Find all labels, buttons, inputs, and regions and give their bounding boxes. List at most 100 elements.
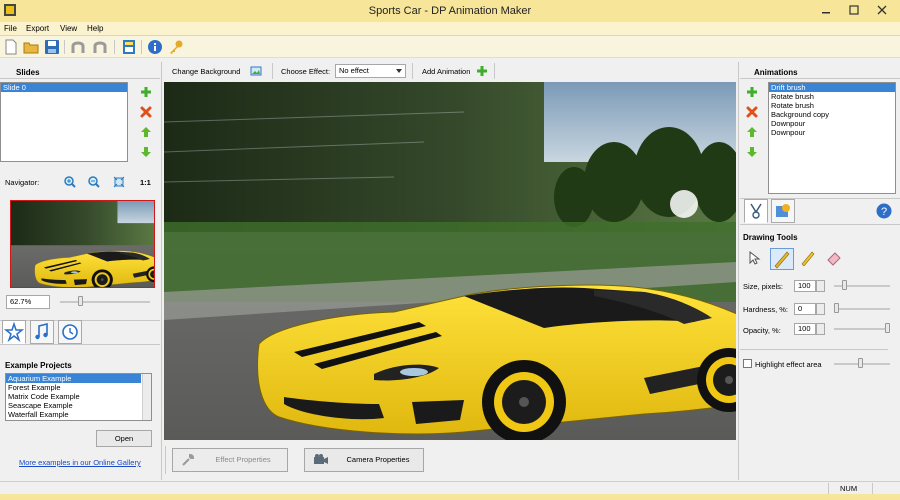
zoom-percentage-field[interactable]: 62.7% [6, 295, 50, 309]
status-separator [872, 483, 873, 494]
brush-icon [774, 251, 790, 269]
tab-drawing-tools[interactable] [744, 199, 768, 223]
maximize-button[interactable] [844, 3, 864, 17]
add-slide-icon[interactable] [140, 86, 152, 98]
example-list-scrollbar[interactable] [142, 374, 151, 420]
tab-timing[interactable] [58, 320, 82, 344]
pointer-tool-icon[interactable] [746, 250, 762, 266]
zoom-in-icon[interactable] [64, 176, 76, 188]
animation-item[interactable]: Drift brush [769, 83, 895, 92]
export-icon[interactable] [121, 39, 137, 55]
left-panel-divider [161, 62, 162, 480]
size-spinner[interactable] [816, 280, 825, 292]
center-toolbar-separator [494, 63, 495, 79]
opacity-slider-thumb[interactable] [885, 323, 890, 333]
animation-item[interactable]: Background copy [769, 110, 895, 119]
zoom-slider-track[interactable] [60, 301, 150, 303]
animation-item[interactable]: Rotate brush [769, 101, 895, 110]
close-button[interactable] [872, 3, 892, 17]
navigator-thumbnail[interactable] [10, 200, 155, 288]
delete-animation-icon[interactable] [746, 106, 758, 118]
opacity-value-field[interactable]: 100 [794, 323, 816, 335]
hardness-label: Hardness, %: [743, 305, 789, 314]
pencil-tool-icon[interactable] [800, 250, 816, 266]
move-slide-up-icon[interactable] [140, 126, 152, 138]
effect-properties-button[interactable]: Effect Properties [172, 448, 288, 472]
highlight-effect-checkbox[interactable] [743, 359, 752, 368]
save-icon[interactable] [44, 39, 60, 55]
undo-icon[interactable] [70, 39, 86, 55]
hardness-value-field[interactable]: 0 [794, 303, 816, 315]
highlight-slider-thumb[interactable] [858, 358, 863, 368]
menu-help[interactable]: Help [87, 24, 103, 33]
animation-item[interactable]: Downpour [769, 119, 895, 128]
zoom-out-icon[interactable] [88, 176, 100, 188]
tab-music[interactable] [30, 320, 54, 344]
move-animation-down-icon[interactable] [746, 146, 758, 158]
open-example-button[interactable]: Open [96, 430, 152, 447]
menu-view[interactable]: View [60, 24, 77, 33]
animation-item[interactable]: Downpour [769, 128, 895, 137]
example-projects-list[interactable]: Aquarium Example Forest Example Matrix C… [5, 373, 152, 421]
info-icon[interactable] [147, 39, 163, 55]
minimize-button[interactable] [816, 3, 836, 17]
example-item[interactable]: Seascape Example [6, 401, 151, 410]
effect-dropdown-value: No effect [339, 66, 369, 75]
center-toolbar-separator [272, 63, 273, 79]
hardness-slider-thumb[interactable] [834, 303, 839, 313]
hardness-spinner[interactable] [816, 303, 825, 315]
move-slide-down-icon[interactable] [140, 146, 152, 158]
layer-gear-icon [776, 204, 790, 217]
opacity-spinner[interactable] [816, 323, 825, 335]
example-item[interactable]: Matrix Code Example [6, 392, 151, 401]
online-gallery-link[interactable]: More examples in our Online Gallery [19, 458, 141, 467]
animations-list[interactable]: Drift brush Rotate brush Rotate brush Ba… [768, 82, 896, 194]
choose-effect-label: Choose Effect: [281, 67, 331, 76]
window-title: Sports Car - DP Animation Maker [368, 5, 532, 17]
zoom-slider-thumb[interactable] [78, 296, 83, 306]
menu-file[interactable]: File [4, 24, 17, 33]
example-item[interactable]: Forest Example [6, 383, 151, 392]
help-icon[interactable]: ? [876, 203, 892, 219]
new-file-icon[interactable] [3, 39, 19, 55]
move-animation-up-icon[interactable] [746, 126, 758, 138]
change-background-button[interactable]: Change Background [172, 67, 240, 76]
navigator-label: Navigator: [5, 178, 40, 187]
picture-icon[interactable] [250, 65, 262, 77]
zoom-one-to-one-button[interactable]: 1:1 [140, 178, 151, 187]
animation-item[interactable]: Rotate brush [769, 92, 895, 101]
effect-dropdown[interactable]: No effect [335, 64, 406, 78]
menu-export[interactable]: Export [26, 24, 49, 33]
opacity-slider-track[interactable] [834, 328, 890, 330]
tab-effects[interactable] [2, 320, 26, 344]
eraser-tool-icon[interactable] [826, 250, 842, 266]
music-note-icon [35, 322, 48, 340]
size-value-field[interactable]: 100 [794, 280, 816, 292]
key-icon[interactable] [168, 39, 184, 55]
redo-icon[interactable] [92, 39, 108, 55]
open-folder-icon[interactable] [23, 39, 39, 55]
right-panel-divider [738, 62, 739, 480]
example-item[interactable]: Aquarium Example [6, 374, 141, 383]
star-icon [3, 321, 25, 343]
brush-tool-button[interactable] [770, 248, 794, 270]
slides-list[interactable]: Slide 0 [0, 82, 128, 162]
highlight-effect-label: Highlight effect area [755, 360, 822, 369]
center-toolbar-separator [412, 63, 413, 79]
size-slider-thumb[interactable] [841, 280, 847, 290]
animation-canvas[interactable] [164, 82, 736, 440]
delete-slide-icon[interactable] [140, 106, 152, 118]
hardness-slider-track[interactable] [834, 308, 890, 310]
slide-item[interactable]: Slide 0 [1, 83, 127, 92]
tab-layer-settings[interactable] [771, 199, 795, 223]
right-tabs-bottom-divider [740, 224, 900, 225]
menu-bar: File Export View Help [0, 22, 900, 36]
camera-properties-button[interactable]: Camera Properties [304, 448, 424, 472]
example-item[interactable]: Waterfall Example [6, 410, 151, 419]
add-animation-button[interactable]: Add Animation [422, 67, 470, 76]
bottom-divider [165, 446, 166, 474]
add-animation-layer-icon[interactable] [746, 86, 758, 98]
add-animation-icon[interactable] [476, 65, 488, 77]
fit-to-window-icon[interactable] [113, 176, 125, 188]
toolbar-separator [114, 40, 115, 54]
